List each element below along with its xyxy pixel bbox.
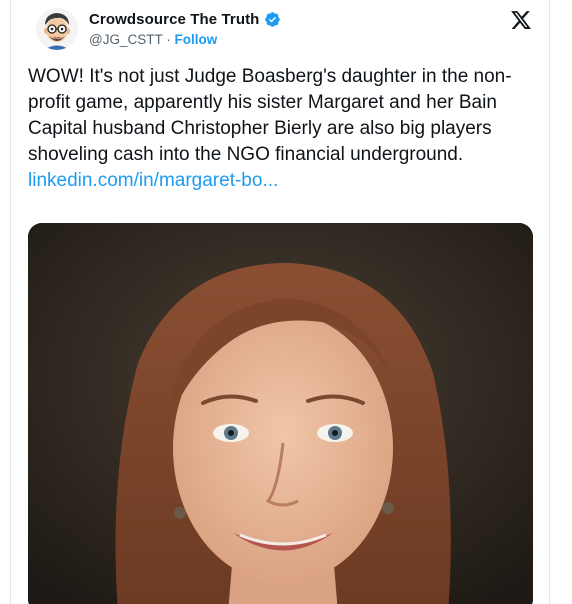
tweet-card[interactable]: Crowdsource The Truth @JG_CSTT · Follow … <box>10 0 550 604</box>
author-avatar[interactable] <box>36 8 78 50</box>
tweet-media[interactable] <box>28 223 533 604</box>
follow-button[interactable]: Follow <box>174 32 217 47</box>
tweet-header: Crowdsource The Truth @JG_CSTT · Follow <box>11 0 549 64</box>
author-display-name[interactable]: Crowdsource The Truth <box>89 11 259 28</box>
tweet-text-block: WOW! It's not just Judge Boasberg's daug… <box>28 64 538 194</box>
verified-badge-icon <box>265 12 281 27</box>
tweet-link[interactable]: linkedin.com/in/margaret-bo... <box>28 168 538 194</box>
tweet-text: WOW! It's not just Judge Boasberg's daug… <box>28 66 512 165</box>
author-handle-line: @JG_CSTT · Follow <box>89 32 281 47</box>
author-block: Crowdsource The Truth @JG_CSTT · Follow <box>89 11 281 47</box>
author-handle[interactable]: @JG_CSTT <box>89 32 162 47</box>
author-line: Crowdsource The Truth <box>89 11 281 28</box>
cartoon-avatar-icon <box>36 8 78 50</box>
x-logo-icon[interactable] <box>510 9 532 31</box>
handle-separator: · <box>162 32 175 47</box>
portrait-photo-icon <box>28 223 533 604</box>
